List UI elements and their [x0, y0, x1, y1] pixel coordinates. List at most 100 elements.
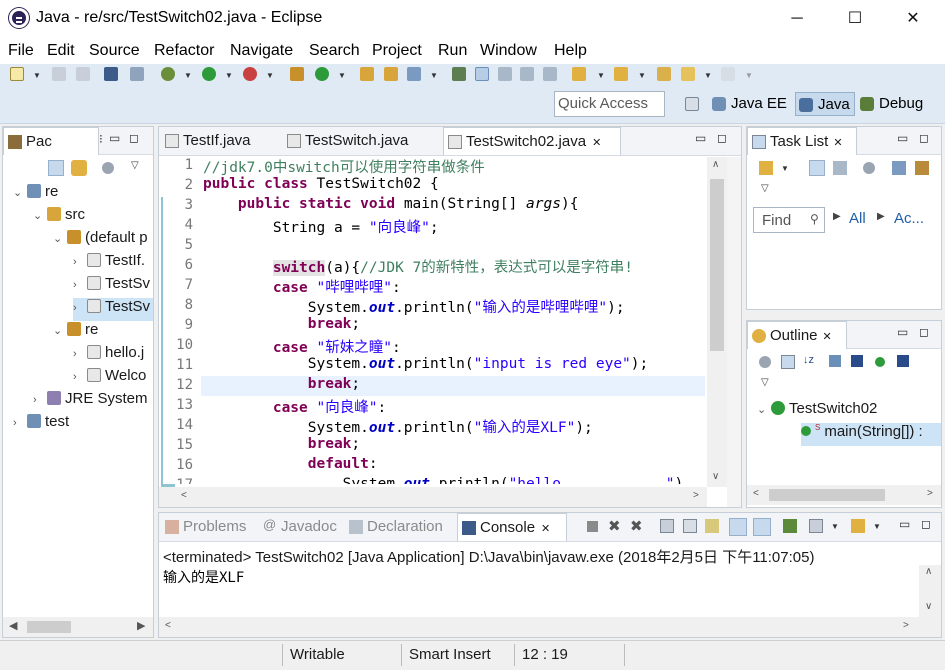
new-class-icon[interactable]: [315, 67, 329, 81]
chevron-down-icon[interactable]: ⌄: [33, 209, 47, 222]
chevron-right-icon[interactable]: ›: [73, 279, 87, 291]
tab-console[interactable]: Console ✕: [457, 513, 567, 541]
block-selection-icon[interactable]: [498, 67, 512, 81]
minimize-view-icon[interactable]: ▭: [899, 517, 910, 531]
hide-fields-icon[interactable]: [829, 355, 841, 367]
link-editor-icon[interactable]: [71, 160, 87, 176]
view-menu-icon[interactable]: ▽: [131, 160, 139, 171]
code-line[interactable]: case "斩妹之瞳":: [203, 336, 401, 357]
focus-icon[interactable]: [759, 356, 771, 368]
tab-package-explorer[interactable]: Pac: [3, 127, 99, 155]
outline-class-node[interactable]: ⌄ TestSwitch02: [757, 400, 877, 423]
code-line[interactable]: public static void main(String[] args){: [203, 196, 579, 212]
code-line[interactable]: System.out.println("输入的是XLF");: [203, 416, 593, 437]
pin-console-icon[interactable]: [783, 519, 797, 533]
tree-node-default-package[interactable]: ⌄ (default p: [53, 229, 148, 252]
chevron-right-icon[interactable]: ›: [73, 256, 87, 268]
tab-task-list[interactable]: Task List ✕: [747, 127, 857, 155]
code-line[interactable]: //jdk7.0中switch可以使用字符串做条件: [203, 156, 485, 177]
new-class-dropdown-icon[interactable]: ▼: [338, 71, 346, 80]
tree-node-testswitch[interactable]: › TestSv: [73, 275, 150, 298]
display-console-dropdown-icon[interactable]: ▼: [831, 522, 839, 531]
scroll-left-icon[interactable]: <: [181, 490, 187, 501]
code-line[interactable]: break;: [203, 316, 360, 332]
scroll-left-icon[interactable]: <: [165, 620, 171, 631]
scroll-thumb[interactable]: [769, 489, 885, 501]
search-dropdown-icon[interactable]: ▼: [430, 71, 438, 80]
activate-link[interactable]: Ac...: [894, 210, 924, 227]
toggle-breadcrumb-icon[interactable]: [543, 67, 557, 81]
close-tab-icon[interactable]: ✕: [541, 523, 550, 535]
scroll-right-icon[interactable]: ▶: [137, 619, 145, 632]
new-task-icon[interactable]: [759, 161, 773, 175]
find-input[interactable]: Find ⚲: [753, 207, 825, 233]
close-tab-icon[interactable]: ⁝: [99, 132, 103, 146]
menu-window[interactable]: Window: [480, 42, 537, 60]
new-task-dropdown-icon[interactable]: ▼: [781, 164, 789, 173]
chevron-right-icon[interactable]: ›: [73, 348, 87, 360]
code-line[interactable]: System.out.println("input is red eye");: [203, 356, 649, 372]
skip-breakpoints-icon[interactable]: [130, 67, 144, 81]
code-line[interactable]: System.out.println("hello "): [203, 476, 684, 484]
vertical-scrollbar[interactable]: ∧ ∨: [707, 157, 727, 487]
code-editor[interactable]: 1 //jdk7.0中switch可以使用字符串做条件 2 public class …: [163, 156, 705, 484]
prev-annotation-dropdown-icon[interactable]: ▼: [638, 71, 646, 80]
back-icon[interactable]: [681, 67, 695, 81]
tree-node-re[interactable]: ⌄ re: [13, 183, 58, 206]
focus-icon[interactable]: [863, 162, 875, 174]
menu-project[interactable]: Project: [372, 42, 422, 60]
view-menu-icon[interactable]: ▽: [761, 377, 769, 388]
minimize-view-icon[interactable]: ▭: [695, 131, 706, 145]
tree-node-jre-system[interactable]: › JRE System: [33, 390, 148, 413]
scroll-left-icon[interactable]: <: [753, 488, 759, 499]
next-annotation-dropdown-icon[interactable]: ▼: [597, 71, 605, 80]
code-line[interactable]: System.out.println("输入的是哔哩哔哩");: [203, 296, 625, 317]
code-line[interactable]: case "向良峰":: [203, 396, 386, 417]
chevron-right-icon[interactable]: ›: [33, 394, 47, 406]
clear-console-icon[interactable]: [660, 519, 674, 533]
collapse-all-icon[interactable]: [781, 355, 795, 369]
search-icon[interactable]: [407, 67, 421, 81]
vertical-scrollbar[interactable]: ∧ ∨: [919, 565, 941, 617]
remove-all-launches-icon[interactable]: ✖: [630, 517, 643, 535]
chevron-right-icon[interactable]: ›: [13, 417, 27, 429]
menu-search[interactable]: Search: [309, 42, 360, 60]
run-icon[interactable]: [202, 67, 216, 81]
scroll-up-icon[interactable]: ∧: [712, 159, 719, 170]
scroll-down-icon[interactable]: ∨: [712, 471, 719, 482]
scroll-lock-icon[interactable]: [683, 519, 697, 533]
hide-non-public-icon[interactable]: [875, 357, 885, 367]
code-line[interactable]: public class TestSwitch02 {: [203, 176, 439, 192]
new-dropdown-icon[interactable]: ▼: [33, 71, 41, 80]
display-selected-console-icon[interactable]: [809, 519, 823, 533]
close-tab-icon[interactable]: ✕: [833, 137, 842, 149]
scroll-thumb[interactable]: [710, 179, 724, 351]
show-on-stdout-icon[interactable]: [729, 518, 747, 536]
maximize-view-icon[interactable]: ◻: [129, 131, 139, 145]
close-button[interactable]: ✕: [890, 0, 936, 38]
annotation-icon[interactable]: [452, 67, 466, 81]
all-link[interactable]: All: [849, 210, 866, 227]
tree-node-welcome[interactable]: › Welco: [73, 367, 146, 390]
horizontal-scrollbar[interactable]: ◀ ▶: [3, 617, 153, 637]
code-line[interactable]: break;: [203, 376, 360, 392]
maximize-view-icon[interactable]: ◻: [717, 131, 727, 145]
tab-javadoc[interactable]: @ Javadoc: [259, 513, 347, 541]
synchronize-icon[interactable]: [915, 161, 929, 175]
last-edit-icon[interactable]: [657, 67, 671, 81]
menu-source[interactable]: Source: [89, 42, 140, 60]
open-console-dropdown-icon[interactable]: ▼: [873, 522, 881, 531]
debug-icon[interactable]: [161, 67, 175, 81]
menu-refactor[interactable]: Refactor: [154, 42, 214, 60]
tab-testif[interactable]: TestIf.java: [161, 127, 267, 155]
menu-edit[interactable]: Edit: [47, 42, 75, 60]
focus-icon[interactable]: [102, 162, 114, 174]
new-icon[interactable]: [10, 67, 24, 81]
external-tools-icon[interactable]: [243, 67, 257, 81]
horizontal-scrollbar[interactable]: < >: [159, 487, 707, 507]
run-dropdown-icon[interactable]: ▼: [225, 71, 233, 80]
open-task-icon[interactable]: [384, 67, 398, 81]
code-line[interactable]: switch(a){//JDK 7的新特性，表达式可以是字符串!: [203, 256, 633, 277]
tab-outline[interactable]: Outline ✕: [747, 321, 847, 349]
close-tab-icon[interactable]: ✕: [592, 137, 601, 149]
